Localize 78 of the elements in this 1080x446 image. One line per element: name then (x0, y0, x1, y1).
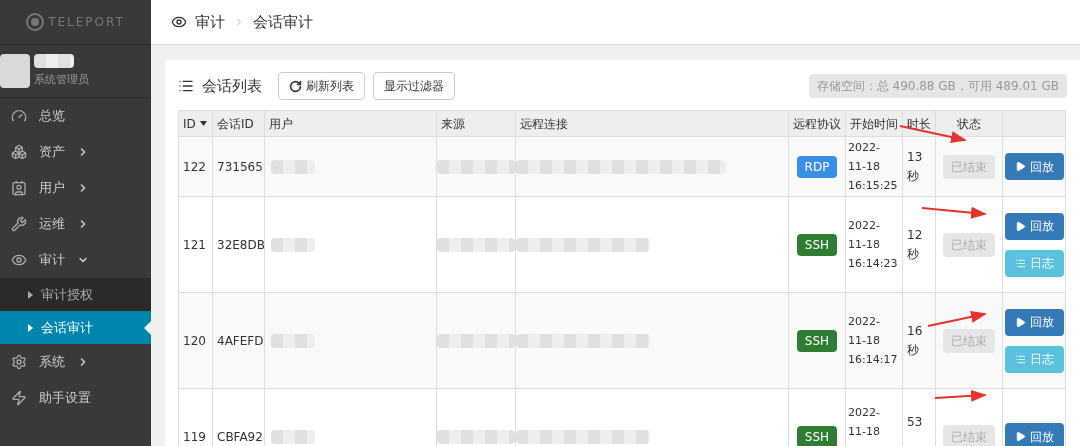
panel-title: 会话列表 (202, 75, 262, 97)
wrench-icon (11, 216, 27, 232)
start-time: 2022- 11-18 16:14:17 (848, 314, 899, 368)
sidebar-subitem[interactable]: 会话审计 (0, 311, 151, 344)
refresh-icon (289, 79, 302, 93)
user-role[interactable]: 系统管理员 (34, 71, 89, 89)
annotation-arrow (927, 311, 987, 327)
replay-button[interactable]: 回放 (1004, 153, 1064, 180)
column-header[interactable]: ID (178, 110, 213, 137)
table-cell: 119 (178, 388, 213, 446)
sidebar-item[interactable]: 助手设置 (0, 380, 151, 416)
table-cell: 121 (178, 196, 213, 293)
duration: 12 秒 (907, 226, 924, 263)
blurred-text (271, 429, 315, 444)
list-icon (178, 78, 194, 94)
replay-button[interactable]: 回放 (1004, 212, 1064, 240)
column-header: 远程协议 (788, 110, 846, 137)
sidebar-item[interactable]: 用户 (0, 170, 151, 206)
blurred-text (271, 333, 315, 348)
cubes-icon (11, 144, 27, 160)
table-cell: 731565 (212, 136, 265, 197)
sidebar-item[interactable]: 系统 (0, 344, 151, 380)
caret-icon (28, 290, 33, 299)
column-header: 状态 (935, 110, 1003, 137)
sidebar-item[interactable]: 运维 (0, 206, 151, 242)
duration: 13 秒 (907, 148, 924, 185)
table-cell: 122 (178, 136, 213, 197)
start-time: 2022- 11-18 16:15:25 (848, 140, 899, 194)
duration: 53 (907, 414, 924, 431)
bolt-icon (11, 390, 27, 406)
logo-text: TELEPORT (48, 14, 125, 31)
gear-icon (11, 354, 27, 370)
replay-button[interactable]: 回放 (1004, 308, 1064, 336)
duration: 16 秒 (907, 322, 924, 359)
column-header: 远程连接 (515, 110, 789, 137)
eye-icon (11, 252, 27, 268)
blurred-text (271, 159, 315, 174)
annotation-arrow (921, 206, 987, 219)
table-cell: 4AFEFD (212, 292, 265, 389)
contact-card-icon (11, 180, 27, 196)
gauge-icon (11, 108, 27, 124)
column-header: 来源 (436, 110, 516, 137)
eye-icon (171, 14, 187, 30)
column-header: 时长 (902, 110, 936, 137)
protocol-badge: SSH (796, 329, 838, 352)
replay-button[interactable]: 回放 (1004, 423, 1064, 446)
blurred-text (271, 237, 315, 252)
sidebar-item[interactable]: 审计 (0, 242, 151, 278)
sidebar-item[interactable]: 总览 (0, 98, 151, 134)
storage-info: 存储空间：总 490.88 GB，可用 489.01 GB (808, 74, 1067, 98)
column-header: 用户 (264, 110, 437, 137)
list-icon (1014, 257, 1026, 269)
play-icon (1014, 220, 1026, 232)
play-icon (1014, 161, 1026, 172)
refresh-button[interactable]: 刷新列表 (278, 72, 365, 100)
sidebar-subitem[interactable]: 审计授权 (0, 278, 151, 311)
logo-icon (26, 13, 45, 31)
table-cell: 32E8DB (212, 196, 265, 293)
protocol-badge: SSH (796, 233, 838, 256)
sidebar-item[interactable]: 资产 (0, 134, 151, 170)
list-icon (1014, 353, 1026, 365)
annotation-arrow (934, 389, 987, 402)
play-icon (1014, 431, 1026, 442)
start-time: 2022- 11-18 16:14:23 (848, 218, 899, 272)
table-cell: 120 (178, 292, 213, 389)
protocol-badge: RDP (796, 155, 838, 178)
breadcrumb-item[interactable]: 审计 (195, 10, 225, 34)
filter-button[interactable]: 显示过滤器 (373, 72, 455, 100)
avatar (0, 54, 30, 88)
blurred-text (34, 53, 74, 68)
play-icon (1014, 316, 1026, 328)
column-header: 开始时间 (845, 110, 903, 137)
start-time: 2022- 11-18 (848, 405, 881, 440)
breadcrumb-item: 会话审计 (253, 11, 313, 33)
column-header: 会话ID (212, 110, 265, 137)
caret-icon (28, 323, 33, 332)
protocol-badge: SSH (796, 425, 838, 446)
sort-caret-icon (199, 121, 207, 126)
